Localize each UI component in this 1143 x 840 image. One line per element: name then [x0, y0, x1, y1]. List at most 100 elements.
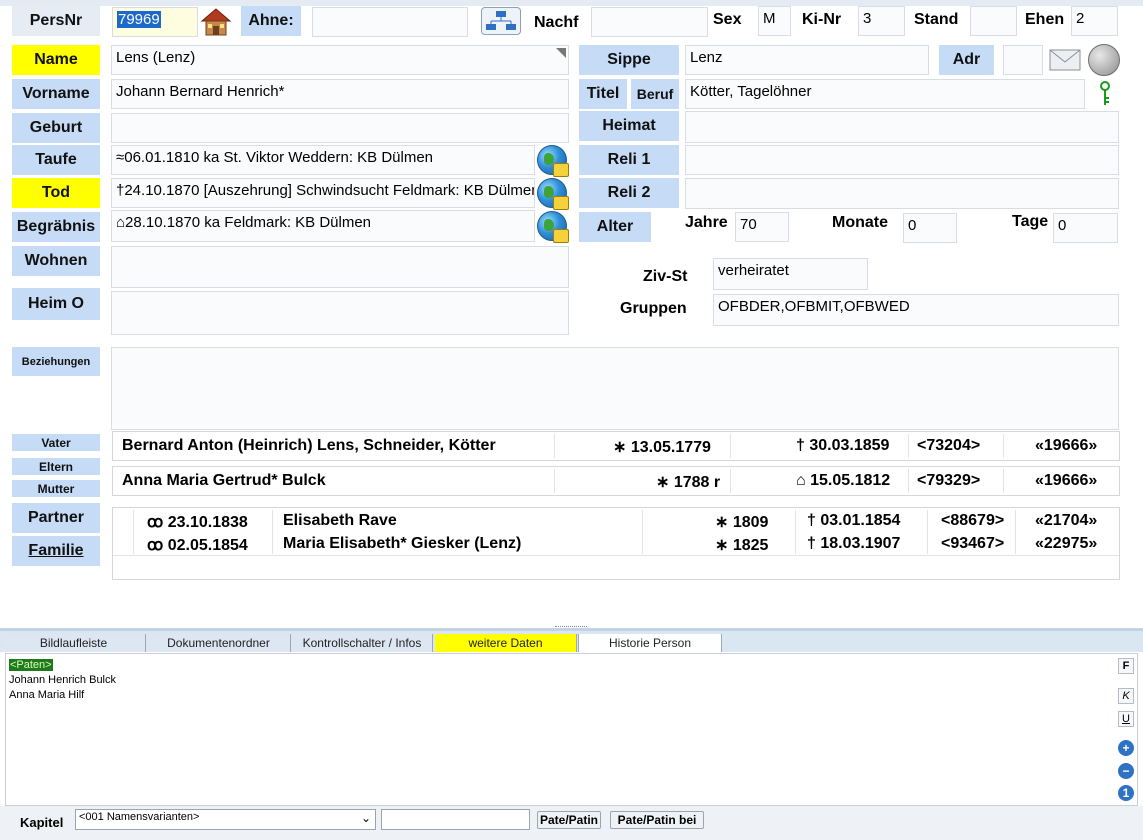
eltern-label[interactable]: Eltern	[12, 458, 100, 475]
sex-field[interactable]: M	[758, 6, 791, 36]
begraebnis-label[interactable]: Begräbnis	[12, 212, 100, 242]
partner-name: Maria Elisabeth* Giesker (Lenz)	[283, 535, 522, 552]
geburt-field[interactable]	[111, 113, 569, 143]
reli1-label-text: Reli 1	[607, 151, 651, 168]
ahne-field[interactable]	[312, 7, 468, 37]
partners-list[interactable]: ꝏ 23.10.1838 Elisabeth Rave ∗ 1809 † 03.…	[112, 507, 1120, 580]
name-label[interactable]: Name	[12, 45, 100, 75]
reli2-label[interactable]: Reli 2	[579, 178, 679, 208]
beruf-label[interactable]: Beruf	[631, 79, 679, 109]
partner-row[interactable]: ꝏ 02.05.1854 Maria Elisabeth* Giesker (L…	[113, 533, 1119, 555]
partner-row[interactable]: ꝏ 23.10.1838 Elisabeth Rave ∗ 1809 † 03.…	[113, 510, 1119, 532]
persnr-field[interactable]: 79969	[112, 7, 198, 37]
tod-label[interactable]: Tod	[12, 178, 100, 208]
heimo-field[interactable]	[111, 291, 569, 335]
reli1-label[interactable]: Reli 1	[579, 145, 679, 175]
mutter-row[interactable]: Anna Maria Gertrud* Bulck ∗ 1788 r ⌂ 15.…	[112, 466, 1120, 496]
nachf-field[interactable]	[591, 7, 708, 37]
zoom-out-text: −	[1122, 764, 1130, 778]
partner-label[interactable]: Partner	[12, 503, 100, 533]
vater-label[interactable]: Vater	[12, 434, 100, 451]
heimat-label[interactable]: Heimat	[579, 111, 679, 141]
zivst-field[interactable]: verheiratet	[713, 258, 868, 290]
notes-editor[interactable]: <Paten> Johann Henrich Bulck Anna Maria …	[5, 653, 1138, 806]
pate-bei-button[interactable]: Pate/Patin bei	[610, 811, 704, 829]
adr-label[interactable]: Adr	[939, 45, 994, 75]
tab-weitere-daten[interactable]: weitere Daten	[435, 634, 577, 652]
familie-label[interactable]: Familie	[12, 536, 100, 566]
reli2-field[interactable]	[685, 178, 1119, 209]
begraebnis-field[interactable]: ⌂28.10.1870 ka Feldmark: KB Dülmen	[111, 210, 535, 242]
kinr-field[interactable]: 3	[858, 6, 905, 36]
key-icon[interactable]	[1098, 80, 1112, 108]
heimat-field[interactable]	[685, 111, 1119, 143]
wohnen-field[interactable]	[111, 246, 569, 288]
vorname-label-text: Vorname	[22, 85, 90, 102]
taufe-globe-icon[interactable]	[537, 145, 569, 177]
nachf-label: Nachf	[534, 9, 578, 37]
tod-field[interactable]: †24.10.1870 [Auszehrung] Schwindsucht Fe…	[111, 178, 535, 208]
beziehungen-label[interactable]: Beziehungen	[12, 347, 100, 376]
sippe-label-text: Sippe	[607, 51, 651, 68]
stand-field[interactable]	[970, 6, 1017, 36]
tage-field[interactable]: 0	[1053, 213, 1118, 243]
jahre-field[interactable]: 70	[735, 212, 789, 242]
heimo-label[interactable]: Heim O	[12, 288, 100, 320]
tab-bildlaufleiste[interactable]: Bildlaufleiste	[2, 634, 146, 652]
adr-field[interactable]	[1003, 45, 1043, 75]
vorname-field[interactable]: Johann Bernard Henrich*	[111, 79, 569, 109]
tod-globe-icon[interactable]	[537, 178, 569, 210]
begraebnis-globe-icon[interactable]	[537, 211, 569, 243]
pate-button-text: Pate/Patin	[539, 813, 599, 827]
kapitel-select[interactable]: <001 Namensvarianten> ⌄	[75, 809, 376, 830]
zoom-in-icon[interactable]: +	[1118, 740, 1134, 756]
taufe-field[interactable]: ≈06.01.1810 ka St. Viktor Weddern: KB Dü…	[111, 145, 535, 175]
house-icon[interactable]	[200, 7, 232, 37]
pate-button[interactable]: Pate/Patin	[537, 811, 601, 829]
tab-kontrollschalter[interactable]: Kontrollschalter / Infos	[292, 634, 433, 652]
mail-icon[interactable]	[1049, 48, 1081, 72]
vater-row[interactable]: Bernard Anton (Heinrich) Lens, Schneider…	[112, 431, 1120, 461]
gruppen-field[interactable]: OFBDER,OFBMIT,OFBWED	[713, 294, 1119, 326]
alter-label[interactable]: Alter	[579, 212, 651, 242]
partner-death: † 03.01.1854	[807, 512, 901, 529]
ehen-label-text: Ehen	[1025, 11, 1065, 28]
name-field[interactable]: Lens (Lenz)	[111, 45, 569, 75]
mutter-family: «19666»	[1035, 472, 1098, 489]
titel-label[interactable]: Titel	[579, 79, 627, 109]
tage-value: 0	[1058, 217, 1067, 234]
tab-label: Historie Person	[608, 636, 692, 650]
wohnen-label[interactable]: Wohnen	[12, 246, 100, 276]
geburt-label[interactable]: Geburt	[12, 113, 100, 143]
kapitel-label: Kapitel	[20, 815, 64, 830]
mutter-label[interactable]: Mutter	[12, 480, 100, 497]
italic-button[interactable]: K	[1118, 688, 1134, 704]
reset-zoom-icon[interactable]: 1	[1118, 785, 1134, 801]
underline-button[interactable]: U	[1118, 711, 1134, 727]
tab-label: Bildlaufleiste	[39, 636, 108, 650]
partner-id: <93467>	[941, 535, 1005, 552]
ehen-field[interactable]: 2	[1071, 6, 1118, 36]
bold-button[interactable]: F	[1118, 658, 1134, 674]
beziehungen-field[interactable]	[111, 347, 1119, 430]
eltern-label-text: Eltern	[38, 459, 73, 474]
vater-id: <73204>	[917, 437, 981, 454]
monate-field[interactable]: 0	[903, 213, 957, 243]
zoom-out-icon[interactable]: −	[1118, 763, 1134, 779]
tree-view-icon[interactable]	[481, 7, 521, 35]
web-globe-icon[interactable]	[1088, 44, 1120, 76]
vater-death: † 30.03.1859	[796, 437, 890, 454]
sippe-field[interactable]: Lenz	[685, 45, 929, 75]
vorname-label[interactable]: Vorname	[12, 79, 100, 109]
monate-value: 0	[908, 217, 917, 234]
sippe-label[interactable]: Sippe	[579, 45, 679, 75]
tab-dokumentenordner[interactable]: Dokumentenordner	[147, 634, 291, 652]
persnr-label-text: PersNr	[29, 12, 83, 29]
beruf-field[interactable]: Kötter, Tagelöhner	[685, 79, 1085, 109]
partner-birth: ∗ 1809	[715, 514, 769, 531]
corner-marker-icon	[556, 48, 566, 58]
reli1-field[interactable]	[685, 145, 1119, 175]
tab-historie-person[interactable]: Historie Person	[578, 634, 722, 652]
kapitel-extra-field[interactable]	[381, 809, 530, 830]
taufe-label[interactable]: Taufe	[12, 145, 100, 175]
